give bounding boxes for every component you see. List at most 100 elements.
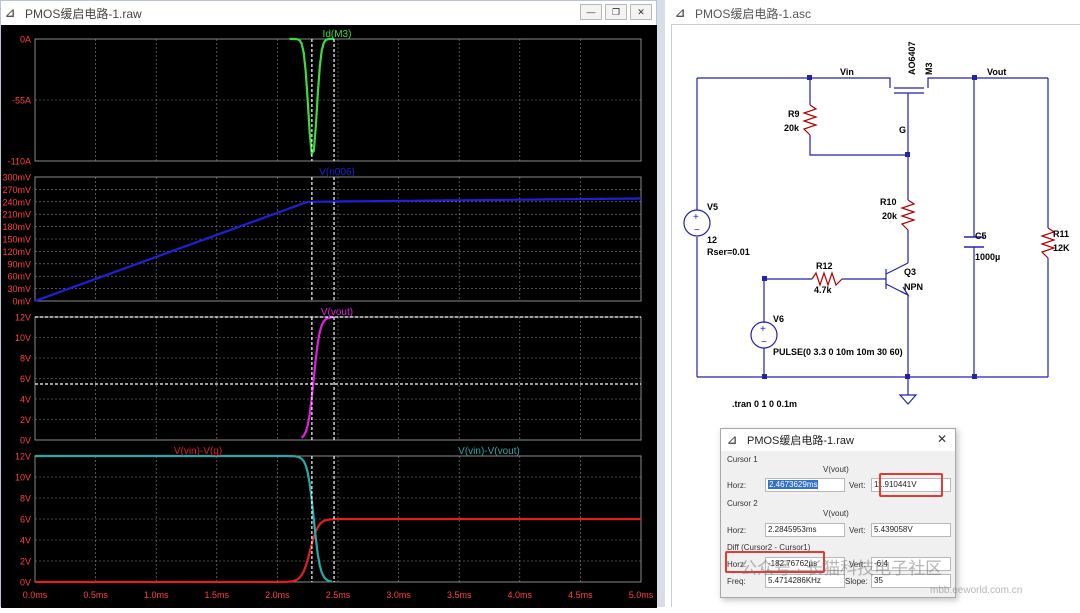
schematic-window-icon: ⊿	[675, 6, 686, 20]
m3-name: M3	[924, 62, 934, 75]
y-tick-label: 60mV	[7, 272, 31, 282]
ground-symbol	[898, 394, 918, 405]
window-splitter[interactable]	[657, 0, 665, 607]
y-tick-label: 12V	[15, 313, 31, 323]
r9-value: 20k	[784, 123, 800, 133]
y-tick-label: 8V	[20, 494, 31, 504]
waveform-window-title: PMOS缓启电路-1.raw	[25, 6, 142, 21]
svg-text:+: +	[693, 212, 699, 223]
cursor1-horz-value: 2.4673629ms	[768, 480, 819, 489]
cursor1-vert-label: Vert:	[849, 481, 866, 490]
y-tick-label: 4V	[20, 536, 31, 546]
cursor1-trace: V(vout)	[823, 465, 849, 474]
net-label-vout: Vout	[987, 67, 1006, 77]
v6-symbol: + −	[750, 321, 778, 349]
r10-value: 20k	[882, 211, 898, 221]
trace-label: V(vout)	[321, 307, 353, 318]
y-tick-label: 10V	[15, 473, 31, 483]
y-tick-label: 12V	[15, 452, 31, 462]
junction-dots	[762, 75, 977, 379]
r12-symbol	[811, 271, 843, 287]
r10-name: R10	[880, 197, 897, 207]
y-tick-label: 0V	[20, 578, 31, 588]
svg-text:−: −	[761, 337, 767, 348]
x-tick-label: 0.0ms	[23, 590, 48, 600]
c5-value: 1000µ	[975, 252, 1000, 262]
x-tick-label: 0.5ms	[83, 590, 108, 600]
y-tick-label: 120mV	[2, 247, 31, 257]
x-tick-label: 3.0ms	[386, 590, 411, 600]
schematic-titlebar: ⊿ PMOS缓启电路-1.asc	[665, 0, 1080, 26]
highlight-cursor1-vert	[879, 473, 943, 497]
c5-name: C5	[975, 231, 987, 241]
waveform-plot-svg[interactable]: 0A -55A -110A Id(M3) 300mV 270mV 240mV 210mV 180…	[1, 25, 657, 608]
cursor2-vert-field[interactable]: 5.439058V	[871, 523, 951, 537]
cursor2-vert-label: Vert:	[849, 526, 866, 535]
y-tick-label: 2V	[20, 557, 31, 567]
trace-label: V(vin)-V(vout)	[458, 446, 520, 457]
y-tick-label: 180mV	[2, 222, 31, 232]
x-tick-label: 2.5ms	[326, 590, 351, 600]
x-tick-label: 1.5ms	[205, 590, 230, 600]
x-tick-label: 3.5ms	[447, 590, 472, 600]
y-tick-label: 6V	[20, 374, 31, 384]
y-tick-label: -110A	[8, 157, 31, 167]
y-tick-label: 210mV	[2, 210, 31, 220]
y-tick-label: 6V	[20, 515, 31, 525]
y-tick-label: 0mV	[12, 297, 31, 307]
cursor-dialog-title: PMOS缓启电路-1.raw	[747, 435, 854, 447]
trace-label: V(n006)	[319, 167, 355, 178]
trace-label: Id(M3)	[323, 29, 352, 40]
y-tick-label: 300mV	[2, 173, 31, 183]
svg-text:−: −	[694, 225, 700, 236]
cursor2-label: Cursor 2	[727, 499, 758, 508]
waveform-titlebar: ⊿ PMOS缓启电路-1.raw — ❐ ✕	[1, 1, 656, 25]
r11-name: R11	[1053, 229, 1069, 239]
m3-symbol	[880, 77, 940, 100]
v6-pulse: PULSE(0 3.3 0 10m 10m 30 60)	[773, 347, 903, 357]
trace-label: V(vin)-V(g)	[174, 446, 222, 457]
x-tick-label: 5.0ms	[629, 590, 654, 600]
cursor2-horz-label: Horz:	[727, 526, 747, 535]
schematic-window-title: PMOS缓启电路-1.asc	[695, 6, 812, 21]
minimize-button[interactable]: —	[580, 4, 602, 20]
cursor1-horz-label: Horz:	[727, 481, 747, 490]
r9-symbol	[802, 104, 818, 136]
v6-name: V6	[773, 314, 784, 324]
r12-name: R12	[816, 261, 833, 271]
cursor1-horz-field[interactable]: 2.4673629ms	[765, 478, 845, 492]
x-tick-label: 1.0ms	[144, 590, 169, 600]
cursor1-label: Cursor 1	[727, 455, 758, 464]
net-label-g: G	[899, 125, 906, 135]
waveform-plot-area[interactable]: 0A -55A -110A Id(M3) 300mV 270mV 240mV 210mV 180…	[1, 25, 657, 608]
close-button[interactable]: ✕	[630, 4, 652, 20]
v5-value: 12	[707, 235, 717, 245]
watermark-domain: mbb.eeworld.com.cn	[930, 585, 1023, 596]
x-tick-label: 4.5ms	[568, 590, 593, 600]
cursor2-horz-field[interactable]: 2.2845953ms	[765, 523, 845, 537]
y-tick-label: 4V	[20, 395, 31, 405]
r9-name: R9	[788, 109, 800, 119]
y-tick-label: 270mV	[2, 185, 31, 195]
trace-v-vout-	[300, 316, 335, 439]
x-tick-label: 2.0ms	[265, 590, 290, 600]
v5-symbol: + −	[683, 209, 711, 237]
y-tick-label: 150mV	[2, 235, 31, 245]
y-tick-label: 30mV	[7, 284, 31, 294]
waveform-window-icon: ⊿	[5, 6, 16, 20]
restore-button[interactable]: ❐	[605, 4, 627, 20]
net-label-vin: Vin	[840, 67, 854, 77]
cursor2-trace: V(vout)	[823, 509, 849, 518]
y-tick-label: 0A	[20, 35, 31, 45]
y-tick-label: 2V	[20, 415, 31, 425]
cursor-dialog-icon: ⊿	[727, 433, 738, 447]
wire-r9-bottom	[809, 135, 908, 156]
tran-directive: .tran 0 1 0 0.1m	[732, 399, 797, 409]
y-tick-label: -55A	[12, 96, 31, 106]
v5-rser: Rser=0.01	[707, 247, 750, 257]
watermark-text: 公众号 · 长猫科技电子社区	[740, 559, 943, 578]
cursor-dialog-close-button[interactable]: ✕	[937, 432, 947, 446]
svg-text:+: +	[760, 324, 766, 335]
r12-value: 4.7k	[814, 285, 833, 295]
x-tick-label: 4.0ms	[508, 590, 533, 600]
